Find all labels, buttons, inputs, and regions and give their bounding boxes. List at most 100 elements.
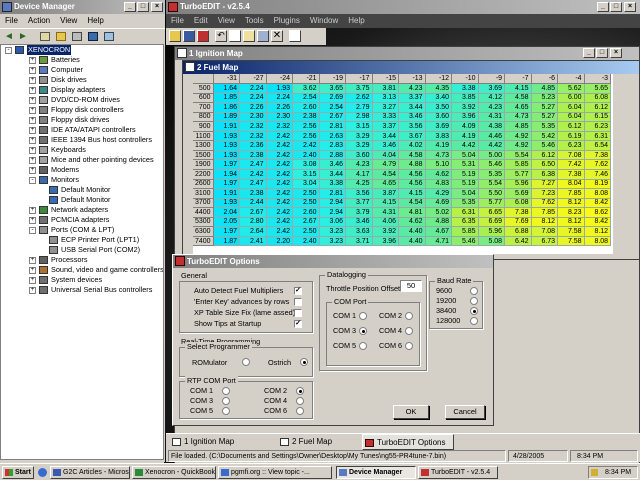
fuel-cell[interactable]: 5.85 (451, 226, 479, 237)
fuel-cell[interactable]: 1.93 (266, 83, 294, 94)
general-option-checkbox[interactable]: ✓ (294, 287, 302, 295)
fuel-cell[interactable]: 5.65 (584, 83, 612, 94)
fuel-cell[interactable]: 6.50 (531, 159, 559, 170)
fuel-cell[interactable]: 3.96 (372, 236, 400, 247)
fuel-cell[interactable]: 6.35 (451, 217, 479, 228)
fuel-cell[interactable]: 4.56 (398, 179, 426, 190)
tree-item[interactable]: + PCMCIA adapters (1, 215, 163, 225)
fuel-cell[interactable]: 2.67 (292, 217, 320, 228)
fuel-cell[interactable]: 8.42 (584, 198, 612, 209)
fuel-cell[interactable]: 2.81 (319, 121, 347, 132)
fuel-cell[interactable]: 1.94 (213, 169, 241, 180)
open-icon[interactable] (169, 30, 181, 42)
tree-item[interactable]: + Disk drives (1, 75, 163, 85)
fuel-cell[interactable]: 2.04 (213, 207, 241, 218)
com-port-radio[interactable] (405, 342, 413, 350)
fuel-cell[interactable]: 3.46 (345, 217, 373, 228)
fuel-cell[interactable]: 8.04 (557, 179, 585, 190)
fuel-cell[interactable]: 3.44 (372, 131, 400, 142)
com-port-radio[interactable] (296, 387, 304, 395)
fuel-cell[interactable]: 6.42 (504, 236, 532, 247)
tree-item[interactable]: + Display adapters (1, 85, 163, 95)
fuel-cell[interactable]: 3.29 (345, 140, 373, 151)
fuel-cell[interactable]: 2.32 (239, 121, 267, 132)
fuel-cell[interactable]: 5.54 (478, 179, 506, 190)
taskbar-button[interactable]: G2C Articles - Microsoft... (50, 466, 130, 479)
tab-fuel-map[interactable]: 2 Fuel Map (278, 434, 332, 450)
fuel-cell[interactable]: 4.31 (478, 112, 506, 123)
baud-rate-radio[interactable] (470, 297, 478, 305)
fuel-cell[interactable]: 1.93 (213, 131, 241, 142)
fuel-cell[interactable]: 6.69 (478, 217, 506, 228)
fuel-cell[interactable]: 3.46 (372, 140, 400, 151)
fuel-cell[interactable]: 2.42 (266, 169, 294, 180)
fuel-cell[interactable]: 4.83 (425, 179, 453, 190)
print-icon[interactable] (72, 32, 82, 41)
te-menu-file[interactable]: File (166, 14, 189, 28)
fuel-cell[interactable]: 5.04 (451, 150, 479, 161)
fuel-cell[interactable]: 3.69 (478, 83, 506, 94)
fuel-cell[interactable]: 4.15 (372, 198, 400, 209)
fuel-cell[interactable]: 2.56 (292, 121, 320, 132)
fuel-cell[interactable]: 4.42 (478, 140, 506, 151)
fuel-cell[interactable]: 3.65 (319, 83, 347, 94)
fuel-cell[interactable]: 2.24 (239, 83, 267, 94)
fuel-cell[interactable]: 3.81 (372, 83, 400, 94)
tree-item[interactable]: + IEEE 1394 Bus host controllers (1, 135, 163, 145)
fuel-cell[interactable]: 4.12 (478, 93, 506, 104)
general-option-checkbox[interactable] (294, 298, 302, 306)
fuel-cell[interactable]: 4.42 (451, 140, 479, 151)
fuel-cell[interactable]: 2.32 (239, 131, 267, 142)
fuel-cell[interactable]: 3.23 (319, 226, 347, 237)
fuel-cell[interactable]: 7.23 (531, 188, 559, 199)
fuel-cell[interactable]: 6.00 (557, 93, 585, 104)
fuel-cell[interactable]: 4.23 (478, 102, 506, 113)
com-port-radio[interactable] (359, 342, 367, 350)
fuel-cell[interactable]: 4.69 (425, 198, 453, 209)
fuel-cell[interactable]: 4.40 (398, 236, 426, 247)
te-menu-view[interactable]: View (213, 14, 240, 28)
help-icon[interactable] (88, 32, 98, 41)
fuel-cell[interactable]: 2.42 (266, 140, 294, 151)
fuel-cell[interactable]: 3.13 (372, 93, 400, 104)
tree-item[interactable]: - XENOCRON (1, 45, 163, 55)
tree-item[interactable]: + Floppy disk drives (1, 115, 163, 125)
taskbar-button[interactable]: Device Manager (336, 466, 416, 479)
fuel-cell[interactable]: 6.65 (478, 207, 506, 218)
fuel-cell[interactable]: 2.47 (239, 159, 267, 170)
fuel-cell[interactable]: 7.62 (531, 198, 559, 209)
fuel-cell[interactable]: 3.44 (319, 169, 347, 180)
fuel-cell[interactable]: 2.36 (239, 140, 267, 151)
fuel-cell[interactable]: 7.42 (557, 159, 585, 170)
scan-hardware-icon[interactable] (104, 32, 114, 41)
fuel-cell[interactable]: 6.23 (557, 140, 585, 151)
expand-toggle-icon[interactable]: + (29, 77, 36, 84)
fuel-cell[interactable]: 5.02 (425, 207, 453, 218)
turboedit-titlebar[interactable]: TurboEDIT - v2.5.4 _ □ × (166, 0, 640, 14)
tree-item[interactable]: + Computer (1, 65, 163, 75)
fuel-cell[interactable]: 5.23 (531, 93, 559, 104)
menu-help[interactable]: Help (82, 14, 108, 28)
expand-toggle-icon[interactable]: + (29, 117, 36, 124)
fuel-cell[interactable]: 3.79 (345, 207, 373, 218)
fuel-cell[interactable]: 8.12 (557, 217, 585, 228)
cut-icon[interactable]: ✕ (271, 30, 283, 42)
fuel-cell[interactable]: 2.05 (213, 217, 241, 228)
fuel-cell[interactable]: 4.92 (504, 131, 532, 142)
fuel-cell[interactable]: 2.50 (292, 188, 320, 199)
fuel-cell[interactable]: 6.88 (504, 226, 532, 237)
fuel-cell[interactable]: 3.63 (345, 226, 373, 237)
ok-button[interactable]: OK (393, 405, 429, 419)
tree-item[interactable]: + Sound, video and game controllers (1, 265, 163, 275)
menu-file[interactable]: File (0, 14, 23, 28)
fuel-cell[interactable]: 2.40 (292, 236, 320, 247)
expand-toggle-icon[interactable]: + (29, 57, 36, 64)
expand-toggle-icon[interactable]: + (29, 207, 36, 214)
fuel-cell[interactable]: 8.08 (584, 188, 612, 199)
expand-toggle-icon[interactable]: + (29, 107, 36, 114)
fuel-cell[interactable]: 4.81 (398, 207, 426, 218)
fuel-cell[interactable]: 4.65 (504, 102, 532, 113)
undo-icon[interactable]: ↶ (215, 30, 227, 42)
fuel-cell[interactable]: 4.02 (398, 140, 426, 151)
expand-toggle-icon[interactable]: + (29, 137, 36, 144)
